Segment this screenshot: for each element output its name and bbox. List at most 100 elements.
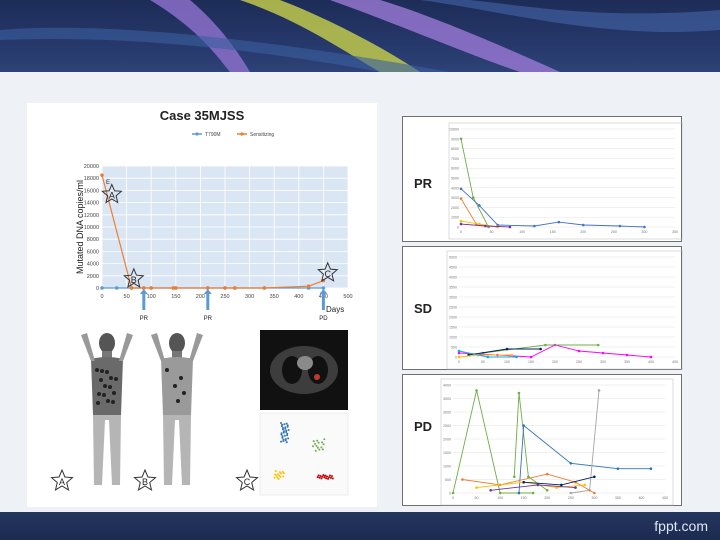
x-tick-label: 200	[552, 360, 558, 364]
data-point	[545, 489, 549, 492]
scatter-dot	[316, 439, 319, 442]
pet-scan-a-lesion	[99, 378, 103, 382]
y-tick-label: 6000	[451, 167, 459, 171]
data-point	[517, 391, 521, 395]
data-point	[515, 355, 518, 359]
scatter-dot	[320, 446, 323, 449]
x-tick-label: 350	[270, 294, 279, 300]
letter-e: E	[106, 180, 110, 186]
data-point	[545, 472, 549, 476]
data-point	[100, 286, 104, 290]
pet-scan-a-lesion	[102, 393, 106, 397]
data-point	[522, 480, 525, 484]
data-point	[593, 475, 596, 479]
scatter-dot	[285, 441, 288, 444]
x-tick-label: 150	[521, 496, 527, 500]
legend-marker	[195, 132, 199, 136]
scatter-dot	[281, 435, 284, 438]
x-tick-label: 450	[662, 496, 668, 500]
x-tick-label: 100	[519, 230, 525, 234]
pet-scan-a-lesion	[108, 385, 112, 389]
y-tick-label: 2000	[449, 316, 457, 320]
pd-chart: 0 500 1000 1500 2000 2500 3000 3500 4000 0 50 100 15…	[440, 378, 674, 506]
data-point	[557, 220, 561, 224]
data-point	[574, 486, 577, 489]
footer-brand: fppt.com	[654, 518, 708, 534]
y-tick-label: 2500	[449, 306, 457, 310]
star-b-label: B	[131, 275, 137, 285]
data-point	[451, 491, 455, 495]
sd-chart: 0500100015002000250030003500400045005000…	[446, 250, 683, 370]
data-point	[601, 351, 605, 355]
scatter-dot	[280, 422, 282, 424]
data-point	[498, 491, 502, 495]
y-tick-label: 16000	[84, 188, 99, 194]
data-point	[457, 349, 461, 353]
scatter-dot	[286, 424, 289, 427]
data-point	[459, 222, 463, 226]
pet-scan-a-lesion	[103, 384, 107, 388]
pet-scan-a-lesion	[97, 392, 101, 396]
x-tick-label: 500	[343, 294, 352, 300]
y-tick-label: 1500	[443, 451, 451, 455]
pet-scan-a-lesion	[112, 391, 116, 395]
scatter-dot	[286, 432, 289, 435]
scatter-dot	[331, 477, 334, 480]
series-line	[460, 188, 645, 228]
response-arrow-head	[139, 289, 148, 294]
data-point	[489, 489, 492, 492]
x-tick-label: 400	[638, 496, 644, 500]
data-point	[306, 284, 311, 288]
response-label: PD	[319, 316, 328, 322]
x-tick-label: 350	[624, 360, 630, 364]
scatter-dot	[328, 474, 331, 477]
x-tick-label: 50	[490, 230, 494, 234]
scatter-dot	[280, 472, 282, 475]
response-arrow-head	[203, 289, 212, 294]
scatter-dot	[279, 475, 282, 478]
data-point	[529, 355, 533, 359]
data-point	[508, 225, 512, 229]
x-tick-label: 0	[452, 496, 454, 500]
scatter-dot	[283, 434, 286, 437]
scatter-dot	[287, 429, 290, 431]
data-point	[527, 475, 530, 479]
data-point	[223, 286, 227, 290]
legend-marker	[240, 132, 244, 136]
y-tick-label: 0	[449, 492, 451, 496]
pd-panel: PD 0 500 1000 1500 2000 2500 3000 3500 4000 0 50 10…	[402, 374, 682, 506]
data-point	[625, 353, 629, 357]
scatter-dot	[312, 445, 314, 448]
y-tick-label: 2000	[443, 438, 451, 442]
data-point	[459, 187, 463, 191]
pet-scan-a-lesion	[111, 400, 115, 404]
decorative-ribbons	[0, 0, 720, 72]
data-point	[459, 137, 463, 141]
pet-scan-b-lesion	[176, 399, 180, 403]
scatter-dot	[280, 440, 283, 443]
y-tick-label: 4500	[449, 266, 457, 270]
scatter-dot	[284, 426, 287, 429]
data-point	[174, 286, 178, 290]
pet-scan-a-lesion	[105, 370, 109, 374]
header-banner	[0, 0, 720, 72]
scatter-dot	[322, 474, 325, 476]
pet-scan-b-lesion	[173, 384, 177, 388]
star-bottom-a-label: A	[59, 477, 65, 487]
data-point	[114, 286, 119, 290]
case-panel: Case 35MJSS 0 2000 4000 6000 8000 10000 12000 1…	[27, 103, 377, 507]
pet-scan-b-lesion	[165, 368, 169, 372]
data-point	[596, 343, 600, 347]
x-tick-label: 0	[460, 230, 462, 234]
x-tick-label: 350	[615, 496, 621, 500]
y-axis-label: Mutated DNA copies/ml	[75, 180, 85, 274]
y-tick-label: 7000	[451, 157, 459, 161]
pet-scan-a-lesion	[100, 369, 104, 373]
data-point	[560, 483, 563, 487]
y-tick-label: 5000	[451, 177, 459, 181]
data-point	[129, 286, 134, 290]
imaging-area: A B C	[50, 330, 349, 496]
scatter-dot	[321, 448, 324, 451]
y-tick-label: 4000	[449, 276, 457, 280]
x-tick-label: 400	[294, 294, 303, 300]
